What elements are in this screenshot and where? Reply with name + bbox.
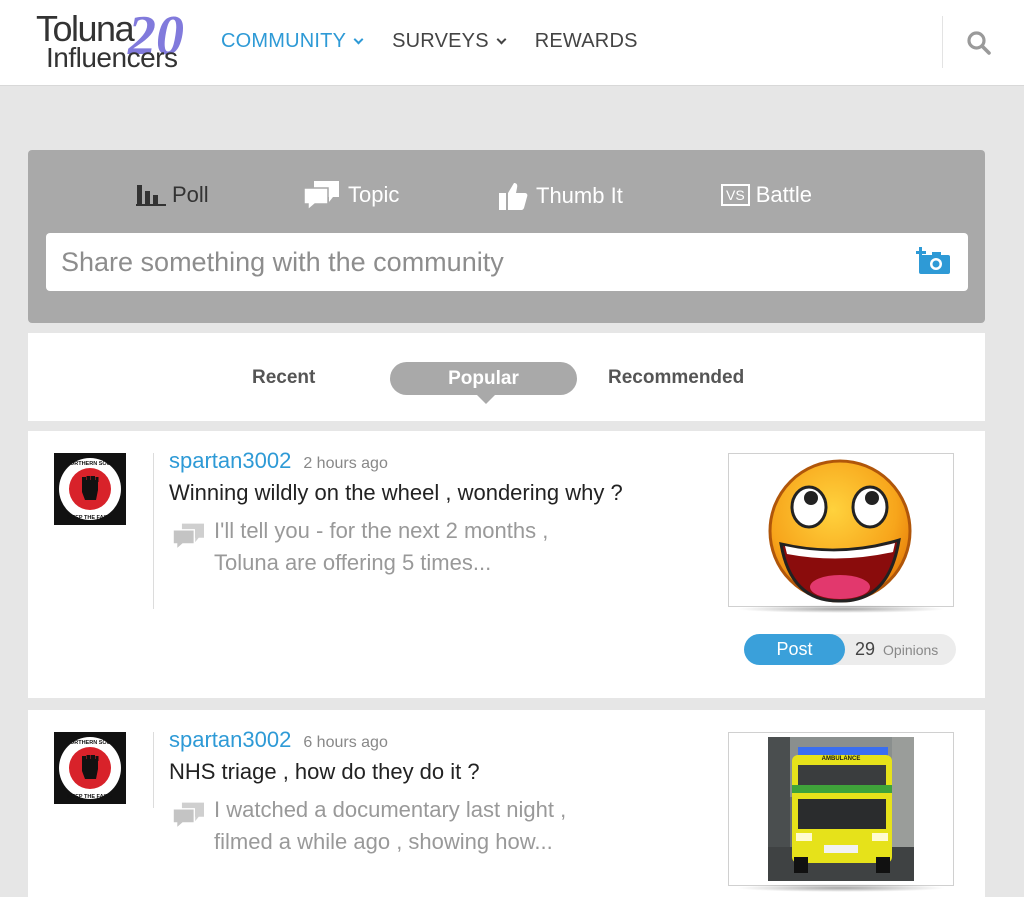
laughing-smiley-face — [768, 459, 912, 603]
ambulance-text: AMBULANCE — [822, 756, 861, 762]
composer-topic-label: Topic — [348, 182, 400, 207]
add-photo-icon[interactable] — [915, 247, 952, 280]
avatar-text-top: NORTHERN SOUL — [66, 740, 115, 746]
composer-poll-label: Poll — [172, 182, 209, 207]
post-snippet: I'll tell you - for the next 2 months , … — [214, 515, 634, 579]
nav-surveys[interactable]: SURVEYS — [392, 30, 507, 53]
nav-community-label: COMMUNITY — [221, 30, 347, 52]
feed-tabs: Recent Popular Recommended — [28, 333, 985, 421]
thumbnail-shadow — [736, 884, 946, 892]
header-divider — [942, 16, 943, 68]
composer-battle-button[interactable]: VS Battle — [721, 182, 812, 208]
post-actions: Post 29 Opinions — [744, 634, 957, 665]
post-author[interactable]: spartan3002 — [169, 727, 291, 753]
nav-rewards-label: REWARDS — [534, 30, 638, 52]
post-meta: spartan3002 2 hours ago — [169, 448, 388, 474]
thumbs-up-icon — [499, 183, 528, 210]
site-header: 20 Toluna Influencers COMMUNITY SURVEYS … — [0, 0, 1024, 86]
chevron-down-icon — [496, 34, 507, 44]
post-author[interactable]: spartan3002 — [169, 448, 291, 474]
composer-topic-button[interactable]: Topic — [302, 178, 399, 212]
avatar[interactable]: NORTHERN SOUL KEEP THE FAITH — [54, 732, 126, 804]
tab-popular[interactable]: Popular — [390, 362, 577, 404]
post-card[interactable]: NORTHERN SOUL KEEP THE FAITH spartan3002… — [28, 710, 985, 897]
post-thumbnail[interactable]: AMBULANCE — [728, 732, 954, 886]
post-snippet-line: I watched a documentary last night , — [214, 797, 567, 822]
post-snippet-line: I'll tell you - for the next 2 months , — [214, 518, 549, 543]
share-input[interactable] — [46, 233, 906, 291]
poll-bar-chart-icon — [136, 185, 166, 206]
composer-battle-label: Battle — [755, 182, 812, 207]
opinions-count[interactable]: 29 Opinions — [831, 634, 957, 665]
thumbnail-shadow — [736, 605, 946, 613]
post-card[interactable]: NORTHERN SOUL KEEP THE FAITH spartan3002… — [28, 431, 985, 698]
ambulance-photo: AMBULANCE — [768, 737, 914, 881]
post-time: 6 hours ago — [303, 734, 388, 751]
opinions-number: 29 — [855, 639, 876, 659]
composer-thumb-button[interactable]: Thumb It — [498, 180, 623, 212]
post-divider — [153, 453, 154, 609]
post-reply-button[interactable]: Post — [744, 634, 845, 665]
opinions-label: Opinions — [883, 641, 939, 658]
nav-rewards[interactable]: REWARDS — [535, 30, 638, 53]
post-title[interactable]: NHS triage , how do they do it ? — [169, 759, 480, 785]
composer-poll-button[interactable]: Poll — [136, 182, 209, 208]
speech-bubbles-icon — [171, 521, 207, 556]
post-title[interactable]: Winning wildly on the wheel , wondering … — [169, 480, 623, 506]
composer-thumb-label: Thumb It — [536, 183, 623, 208]
tab-recent[interactable]: Recent — [252, 367, 315, 389]
speech-bubbles-icon — [303, 181, 339, 212]
post-thumbnail[interactable] — [728, 453, 954, 607]
nav-community[interactable]: COMMUNITY — [221, 30, 364, 53]
avatar[interactable]: NORTHERN SOUL KEEP THE FAITH — [54, 453, 126, 525]
nav-surveys-label: SURVEYS — [392, 30, 489, 52]
vs-icon: VS — [721, 184, 750, 206]
post-meta: spartan3002 6 hours ago — [169, 727, 388, 753]
logo-word-influencers: Influencers — [46, 42, 178, 73]
post-composer: Poll Topic Thumb It VS Battle — [28, 150, 985, 323]
post-snippet: I watched a documentary last night , fil… — [214, 794, 634, 858]
speech-bubbles-icon — [171, 800, 207, 835]
post-time: 2 hours ago — [303, 455, 388, 472]
toluna-influencers-logo[interactable]: 20 Toluna Influencers — [36, 5, 196, 74]
search-icon[interactable] — [966, 30, 992, 56]
post-snippet-line: Toluna are offering 5 times... — [214, 550, 492, 575]
avatar-text-top: NORTHERN SOUL — [66, 461, 115, 467]
avatar-text-bottom: KEEP THE FAITH — [68, 794, 113, 800]
share-box — [46, 233, 968, 291]
tab-recommended[interactable]: Recommended — [608, 367, 744, 389]
main-nav: COMMUNITY SURVEYS REWARDS — [221, 30, 668, 53]
chevron-down-icon — [353, 34, 364, 44]
post-divider — [153, 732, 154, 808]
avatar-text-bottom: KEEP THE FAITH — [68, 515, 113, 521]
post-snippet-line: filmed a while ago , showing how... — [214, 829, 553, 854]
